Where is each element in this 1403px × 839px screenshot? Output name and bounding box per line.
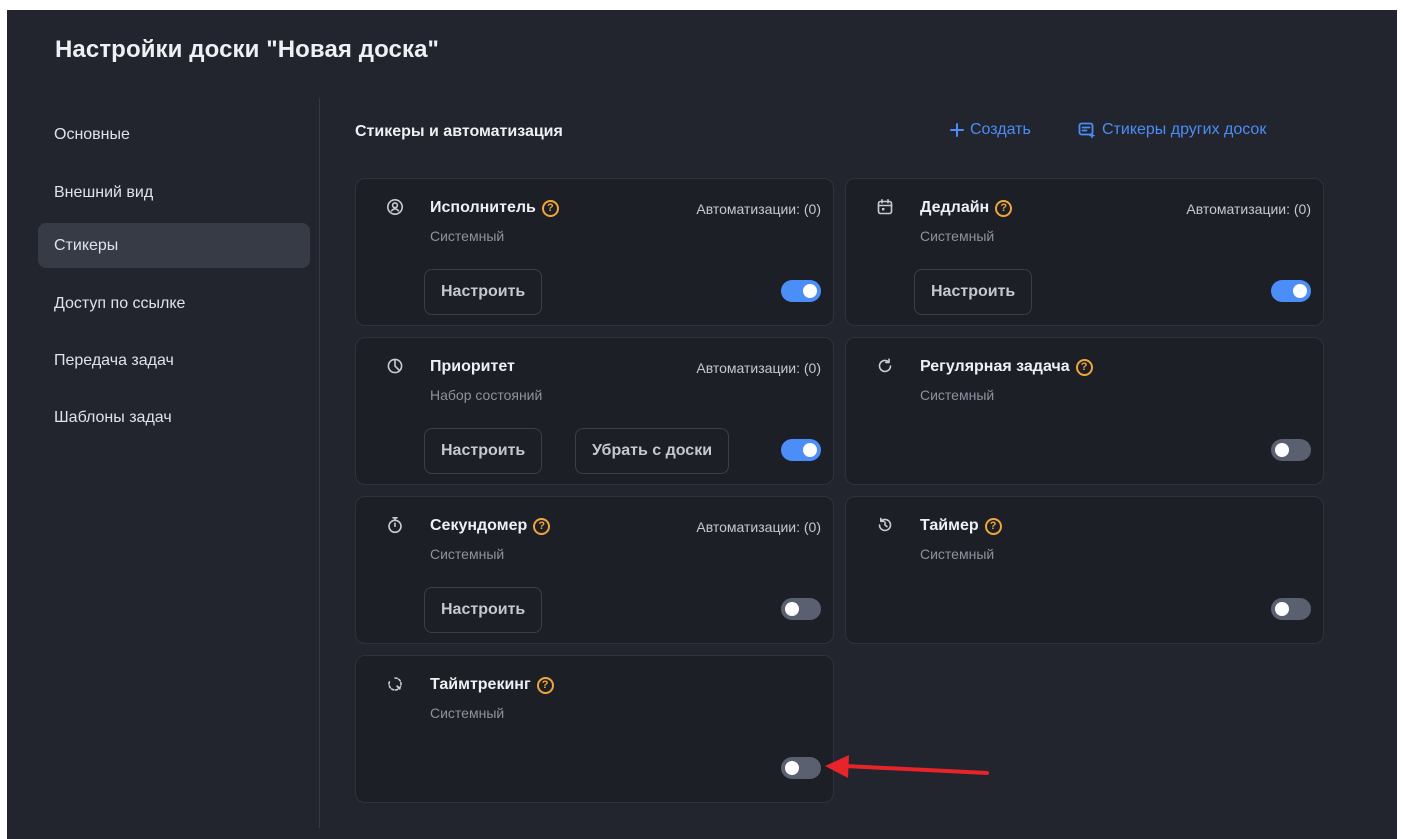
sidebar-item-stickers[interactable]: Стикеры	[38, 223, 310, 268]
stopwatch-icon	[388, 517, 402, 534]
toggle-knob	[803, 284, 817, 298]
sticker-subtitle: Набор состояний	[430, 387, 543, 403]
sticker-toggle[interactable]	[781, 439, 821, 461]
sticker-name: Исполнитель ?	[430, 199, 559, 217]
help-icon[interactable]: ?	[1075, 358, 1093, 376]
toggle-knob	[803, 443, 817, 457]
help-icon[interactable]: ?	[533, 517, 551, 535]
sticker-name: Приоритет	[430, 358, 515, 376]
sticker-name: Регулярная задача ?	[920, 358, 1093, 376]
help-icon[interactable]: ?	[536, 676, 554, 694]
user-circle-icon	[387, 199, 403, 215]
toggle-knob	[1293, 284, 1307, 298]
sticker-toggle[interactable]	[1271, 439, 1311, 461]
sticker-toggle[interactable]	[1271, 598, 1311, 620]
automations-count[interactable]: Автоматизации: (0)	[696, 360, 821, 376]
sidebar-item-appearance[interactable]: Внешний вид	[38, 170, 310, 215]
sidebar-item-task-templates[interactable]: Шаблоны задач	[38, 395, 310, 440]
sticker-card-recurring-task: Регулярная задача ? Системный	[845, 337, 1324, 485]
sticker-toggle[interactable]	[781, 598, 821, 620]
sticker-card-timer: Таймер ? Системный	[845, 496, 1324, 644]
repeat-icon	[878, 358, 892, 373]
timer-history-icon	[878, 517, 892, 532]
sticker-name: Таймер ?	[920, 517, 1002, 535]
sticker-name-label: Таймтрекинг	[430, 676, 531, 693]
sidebar-item-task-transfer[interactable]: Передача задач	[38, 338, 310, 383]
sticker-card-stopwatch: Секундомер ? Системный Автоматизации: (0…	[355, 496, 834, 644]
sticker-card-timetracking: Таймтрекинг ? Системный	[355, 655, 834, 803]
sticker-name-label: Регулярная задача	[920, 358, 1070, 375]
help-icon[interactable]: ?	[995, 199, 1013, 217]
toggle-knob	[785, 761, 799, 775]
sticker-subtitle: Системный	[920, 387, 995, 403]
sticker-subtitle: Системный	[920, 228, 995, 244]
calendar-icon	[877, 199, 893, 215]
toggle-knob	[1275, 602, 1289, 616]
sticker-name-label: Таймер	[920, 517, 979, 534]
configure-button[interactable]: Настроить	[424, 587, 543, 633]
timetracking-icon	[388, 677, 402, 691]
sticker-card-assignee: Исполнитель ? Системный Автоматизации: (…	[355, 178, 834, 326]
automations-count[interactable]: Автоматизации: (0)	[1186, 201, 1311, 217]
sticker-toggle[interactable]	[781, 757, 821, 779]
configure-button[interactable]: Настроить	[424, 269, 543, 315]
sticker-subtitle: Системный	[430, 228, 505, 244]
create-label: Создать	[970, 121, 1031, 138]
priority-pie-icon	[387, 358, 403, 374]
remove-from-board-button[interactable]: Убрать с доски	[575, 428, 730, 474]
sticker-card-deadline: Дедлайн ? Системный Автоматизации: (0) Н…	[845, 178, 1324, 326]
help-icon[interactable]: ?	[541, 199, 559, 217]
sticker-subtitle: Системный	[920, 546, 995, 562]
configure-button[interactable]: Настроить	[914, 269, 1033, 315]
sticker-name: Таймтрекинг ?	[430, 676, 554, 694]
section-title: Стикеры и автоматизация	[355, 123, 563, 140]
sticker-import-icon	[1078, 122, 1095, 138]
sidebar-divider	[319, 98, 320, 828]
sticker-name: Дедлайн ?	[920, 199, 1013, 217]
sticker-name-label: Исполнитель	[430, 199, 536, 216]
configure-button[interactable]: Настроить	[424, 428, 543, 474]
toggle-knob	[1275, 443, 1289, 457]
sticker-subtitle: Системный	[430, 546, 505, 562]
create-sticker-button[interactable]: Создать	[950, 121, 1031, 139]
help-icon[interactable]: ?	[984, 517, 1002, 535]
sidebar-item-link-access[interactable]: Доступ по ссылке	[38, 281, 310, 326]
sticker-card-priority: Приоритет Набор состояний Автоматизации:…	[355, 337, 834, 485]
plus-icon	[950, 123, 964, 137]
other-boards-stickers-button[interactable]: Стикеры других досок	[1078, 121, 1266, 139]
sidebar-item-basic[interactable]: Основные	[38, 112, 310, 157]
sticker-name-label: Секундомер	[430, 517, 528, 534]
sticker-toggle[interactable]	[1271, 280, 1311, 302]
automations-count[interactable]: Автоматизации: (0)	[696, 519, 821, 535]
sticker-subtitle: Системный	[430, 705, 505, 721]
automations-count[interactable]: Автоматизации: (0)	[696, 201, 821, 217]
page-title: Настройки доски "Новая доска"	[55, 36, 440, 63]
toggle-knob	[785, 602, 799, 616]
sticker-name-label: Дедлайн	[920, 199, 990, 216]
board-settings-dialog: Настройки доски "Новая доска" Основные В…	[7, 10, 1397, 839]
sticker-name-label: Приоритет	[430, 358, 515, 375]
sticker-toggle[interactable]	[781, 280, 821, 302]
sticker-name: Секундомер ?	[430, 517, 551, 535]
other-boards-label: Стикеры других досок	[1102, 121, 1267, 138]
